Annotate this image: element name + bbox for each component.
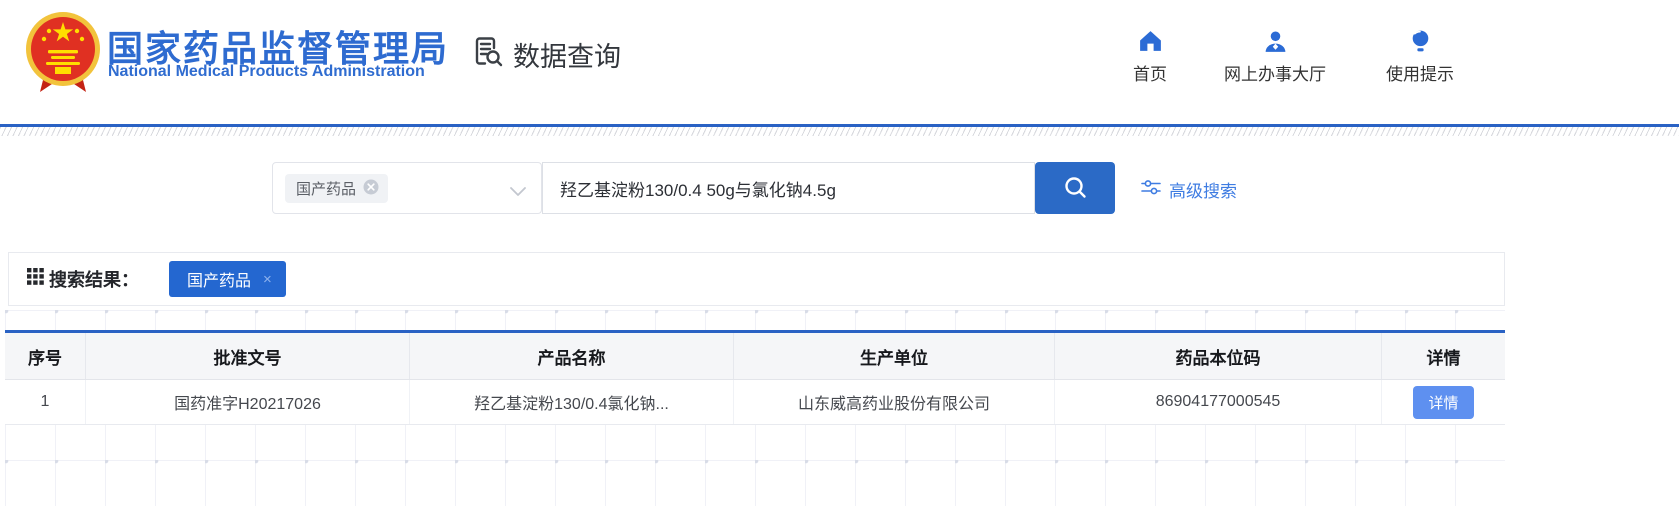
hatch-stripe [0,127,1679,136]
nmpa-emblem-icon [24,10,102,101]
results-table: 序号 批准文号 产品名称 生产单位 药品本位码 详情 1 国药准字H202170… [5,330,1505,425]
advanced-search-link[interactable]: 高级搜索 [1141,177,1237,202]
search-results-bar: 搜索结果： 国产药品 × [8,252,1505,306]
data-query-title[interactable]: 数据查询 [470,34,621,75]
results-filter-tag[interactable]: 国产药品 × [169,261,286,297]
cell-no: 1 [5,380,86,424]
cell-manufacturer: 山东威高药业股份有限公司 [734,380,1055,424]
results-label: 搜索结果： [49,266,139,292]
category-chip-label: 国产药品 [296,178,356,199]
col-header-approval: 批准文号 [86,333,410,379]
header: 国家药品监督管理局 National Medical Products Admi… [0,0,1679,124]
results-label-group: 搜索结果： [27,266,139,292]
search-icon [1061,173,1089,204]
cell-detail: 详情 [1382,380,1505,424]
search-button[interactable] [1035,162,1115,214]
col-header-no: 序号 [5,333,86,379]
results-filter-tag-label: 国产药品 [187,267,251,291]
detail-button[interactable]: 详情 [1413,386,1473,419]
grid-icon [27,268,44,290]
col-header-code: 药品本位码 [1055,333,1382,379]
chip-remove-icon[interactable] [363,179,379,199]
nav-hall-label: 网上办事大厅 [1205,60,1345,85]
document-search-icon [470,34,504,75]
nav-home-label: 首页 [1080,60,1220,85]
chevron-down-icon [510,184,526,202]
category-chip: 国产药品 [285,174,388,203]
home-icon [1080,28,1220,56]
table-header-row: 序号 批准文号 产品名称 生产单位 药品本位码 详情 [5,333,1505,380]
category-dropdown[interactable]: 国产药品 [272,162,542,214]
nav-item-usage-tips[interactable]: 使用提示 [1350,28,1490,85]
cell-approval: 国药准字H20217026 [86,380,410,424]
table-row: 1 国药准字H20217026 羟乙基淀粉130/0.4氯化钠... 山东威高药… [5,380,1505,425]
filter-tag-close-icon[interactable]: × [263,271,272,288]
data-query-label: 数据查询 [513,35,621,74]
nav-item-service-hall[interactable]: 网上办事大厅 [1205,28,1345,85]
bulb-icon [1350,28,1490,56]
cell-product: 羟乙基淀粉130/0.4氯化钠... [410,380,734,424]
sliders-icon [1141,179,1161,201]
user-icon [1205,28,1345,56]
nav-tips-label: 使用提示 [1350,60,1490,85]
advanced-search-label: 高级搜索 [1169,177,1237,202]
nav-item-home[interactable]: 首页 [1080,28,1220,85]
cell-code: 86904177000545 [1055,380,1382,424]
col-header-manufacturer: 生产单位 [734,333,1055,379]
brand-subtitle: National Medical Products Administration [108,63,425,81]
col-header-product: 产品名称 [410,333,734,379]
col-header-detail: 详情 [1382,333,1505,379]
search-input[interactable] [542,162,1035,214]
